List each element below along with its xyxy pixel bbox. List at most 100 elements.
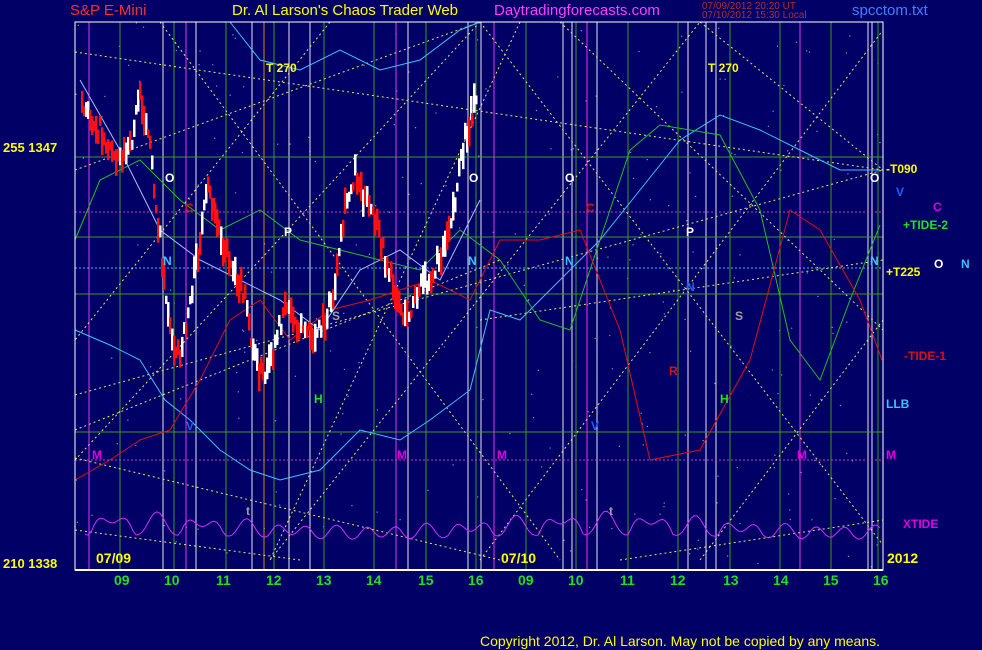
star-dot xyxy=(736,466,739,469)
website-link[interactable]: Daytradingforecasts.com xyxy=(494,3,660,18)
star-dot xyxy=(388,211,391,214)
star-dot xyxy=(212,64,214,66)
star-dot xyxy=(376,511,378,513)
hour-tick-label: 15 xyxy=(823,572,839,588)
right-label-xtide: XTIDE xyxy=(903,517,939,531)
planet-marker: N xyxy=(870,254,879,268)
price-bar xyxy=(276,329,279,345)
star-dot xyxy=(535,109,538,112)
star-dot xyxy=(805,50,808,52)
star-dot xyxy=(780,374,783,376)
star-dot xyxy=(585,100,587,102)
price-bar xyxy=(342,219,345,237)
star-dot xyxy=(646,425,649,428)
right-label-t225: +T225 xyxy=(886,265,921,279)
star-dot xyxy=(136,164,138,167)
hour-tick-label: 13 xyxy=(316,572,332,588)
star-dot xyxy=(845,52,848,54)
star-dot xyxy=(91,514,93,516)
star-dot xyxy=(689,350,692,353)
right-label-c: C xyxy=(933,200,942,214)
copyright-notice: Copyright 2012, Dr. Al Larson. May not b… xyxy=(480,633,881,649)
star-dot xyxy=(649,351,651,354)
planet-marker: N xyxy=(468,254,477,268)
star-dot xyxy=(137,244,139,246)
star-dot xyxy=(724,78,726,81)
pattern-line xyxy=(74,21,481,461)
star-dot xyxy=(408,193,410,196)
pattern-line xyxy=(619,519,884,561)
star-dot xyxy=(847,173,849,175)
planet-marker: O xyxy=(469,171,479,185)
price-bar xyxy=(181,336,184,358)
star-dot xyxy=(719,78,721,80)
star-dot xyxy=(82,157,85,159)
star-dot xyxy=(662,301,665,303)
star-dot xyxy=(789,509,791,511)
star-dot xyxy=(757,562,759,565)
hour-tick-label: 09 xyxy=(114,572,130,588)
star-dot xyxy=(783,84,785,87)
planet-marker: N xyxy=(686,280,695,294)
star-dot xyxy=(787,150,789,152)
star-dot xyxy=(393,124,395,126)
star-dot xyxy=(697,539,699,541)
price-bar xyxy=(458,158,461,177)
star-dot xyxy=(750,203,753,205)
planet-marker: N xyxy=(565,254,574,268)
price-bar xyxy=(334,273,337,301)
price-label-low: 210 1338 xyxy=(3,556,58,571)
star-dot xyxy=(236,371,238,374)
star-dot xyxy=(149,366,152,368)
planet-marker: V xyxy=(186,419,195,433)
star-dot xyxy=(789,518,791,521)
price-bar xyxy=(326,308,329,329)
day-label-1: 07/09 xyxy=(96,550,132,566)
star-dot xyxy=(831,326,834,329)
planet-marker: N xyxy=(163,254,172,268)
star-dot xyxy=(642,444,644,446)
star-dot xyxy=(351,504,353,507)
star-dot xyxy=(739,522,741,525)
star-dot xyxy=(731,152,733,154)
star-dot xyxy=(163,524,165,527)
price-bar xyxy=(468,116,471,147)
pattern-line xyxy=(74,259,501,431)
planet-marker: S xyxy=(735,309,744,323)
star-dot xyxy=(580,30,582,32)
star-dot xyxy=(819,463,822,466)
star-dot xyxy=(774,454,776,456)
price-bar xyxy=(151,155,154,170)
star-dot xyxy=(127,64,130,67)
star-dot xyxy=(684,318,686,321)
star-dot xyxy=(256,339,258,342)
star-dot xyxy=(846,452,848,454)
planet-marker: O xyxy=(870,171,880,185)
price-bar xyxy=(378,219,381,238)
price-bar xyxy=(320,325,323,338)
star-dot xyxy=(142,26,145,28)
star-dot xyxy=(232,34,234,36)
star-dot xyxy=(343,312,345,315)
right-label-tide1: -TIDE-1 xyxy=(904,349,946,363)
star-dot xyxy=(215,85,218,87)
star-dot xyxy=(237,391,240,393)
vertical-time-lines xyxy=(88,22,879,570)
star-dot xyxy=(355,244,357,246)
star-dot xyxy=(717,475,719,477)
star-dot xyxy=(127,419,129,421)
right-label-llb: LLB xyxy=(886,397,910,411)
price-bar xyxy=(248,313,251,331)
price-bar xyxy=(191,285,194,304)
price-bar xyxy=(133,119,136,137)
star-dot xyxy=(548,213,550,215)
star-dot xyxy=(363,64,365,67)
planet-marker: t xyxy=(609,504,613,518)
planet-marker: V xyxy=(591,419,600,433)
planet-marker: C xyxy=(185,201,194,215)
star-dot xyxy=(274,420,277,422)
star-dot xyxy=(110,357,113,359)
hour-tick-label: 11 xyxy=(216,572,231,588)
right-label-t090: -T090 xyxy=(886,162,918,176)
star-dot xyxy=(75,93,77,95)
